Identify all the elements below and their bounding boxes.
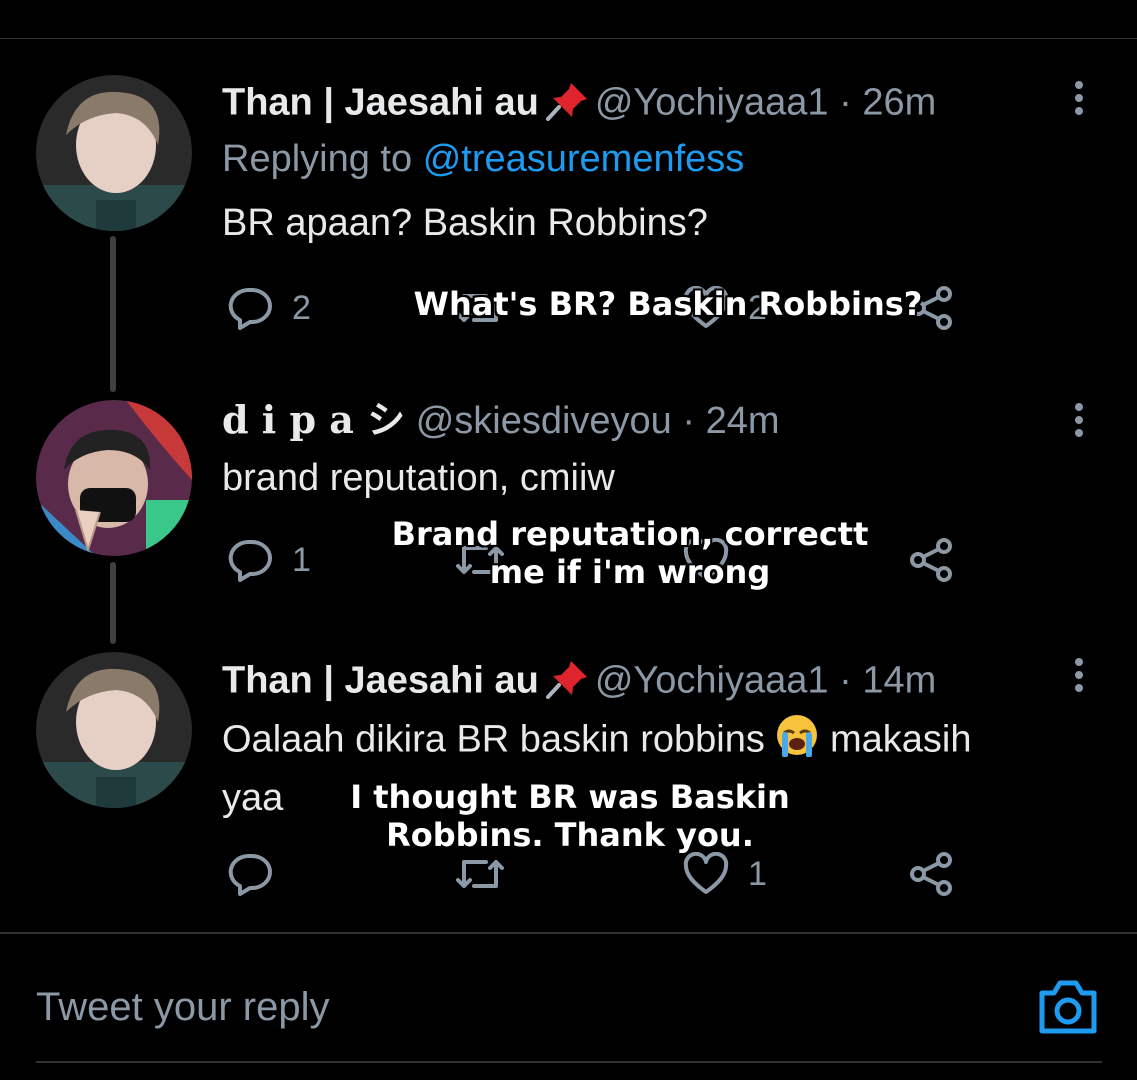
loudly-crying-face-icon (775, 713, 819, 770)
share-icon (910, 852, 952, 896)
tweet-header: Than | Jaesahi au @Yochiyaaa1 · 26m (222, 81, 936, 128)
tweet-text: BR apaan? Baskin Robbins? (222, 202, 708, 244)
composer-divider (0, 932, 1137, 934)
reply-input[interactable] (36, 985, 936, 1030)
camera-icon[interactable] (1036, 975, 1100, 1039)
pushpin-icon (545, 659, 589, 706)
caption-line: Robbins. Thank you. (386, 816, 754, 855)
thread-connector (110, 562, 116, 644)
reply-button[interactable]: 2 (226, 286, 311, 330)
tweet-text: brand reputation, cmiiw (222, 457, 615, 499)
heart-icon (683, 852, 729, 894)
display-name[interactable]: d i p a シ (222, 397, 405, 442)
thread-connector (110, 236, 116, 392)
timestamp: · 24m (682, 400, 780, 442)
reply-bubble-icon (228, 540, 272, 582)
timestamp: · 26m (839, 81, 937, 124)
caption-line: me if i'm wrong (489, 553, 771, 592)
caption-line: I thought BR was Baskin (350, 778, 790, 816)
avatar[interactable] (36, 75, 192, 231)
share-button[interactable] (908, 852, 956, 896)
timestamp: · 14m (839, 659, 937, 702)
tweet-text: Oalaah dikira BR baskin robbins makasih (222, 713, 971, 770)
retweet-button[interactable] (452, 852, 508, 896)
like-button[interactable]: 1 (682, 852, 767, 896)
display-name[interactable]: Than | Jaesahi au (222, 82, 539, 124)
more-vertical-icon[interactable] (1070, 655, 1088, 695)
user-handle[interactable]: @skiesdiveyou (416, 400, 672, 442)
reply-bubble-icon (228, 288, 272, 330)
tweet-header: d i p a シ @skiesdiveyou · 24m (222, 400, 780, 442)
replying-to: Replying to @treasuremenfess (222, 136, 744, 184)
top-divider (0, 38, 1137, 39)
reply-count: 1 (292, 540, 311, 579)
avatar[interactable] (36, 652, 192, 808)
user-handle[interactable]: @Yochiyaaa1 (595, 82, 829, 124)
retweet-icon (456, 860, 504, 888)
avatar[interactable] (36, 400, 192, 556)
more-vertical-icon[interactable] (1070, 400, 1088, 440)
tweet-header: Than | Jaesahi au @Yochiyaaa1 · 14m (222, 659, 936, 706)
like-count: 1 (748, 854, 767, 893)
pushpin-icon (545, 81, 589, 128)
user-handle[interactable]: @Yochiyaaa1 (595, 660, 829, 702)
reply-button[interactable]: 1 (226, 538, 311, 582)
translation-caption: I thought BR was Baskin Robbins. Thank y… (300, 778, 840, 855)
reply-button[interactable] (226, 852, 274, 896)
translation-caption: Brand reputation, correctt me if i'm wro… (330, 515, 930, 592)
tweet-text-part: Oalaah dikira BR baskin robbins (222, 718, 765, 761)
replying-label: Replying to (222, 138, 413, 180)
display-name[interactable]: Than | Jaesahi au (222, 660, 539, 702)
composer-underline (36, 1061, 1102, 1063)
caption-line: Brand reputation, correctt (391, 515, 869, 553)
more-vertical-icon[interactable] (1070, 78, 1088, 118)
translation-caption: What's BR? Baskin Robbins? (413, 285, 923, 323)
tweet-text-continued: yaa (222, 777, 284, 819)
tweet-text-part: makasih (829, 718, 972, 761)
mention-link[interactable]: @treasuremenfess (423, 138, 745, 180)
reply-bubble-icon (228, 854, 272, 896)
reply-count: 2 (292, 288, 311, 327)
